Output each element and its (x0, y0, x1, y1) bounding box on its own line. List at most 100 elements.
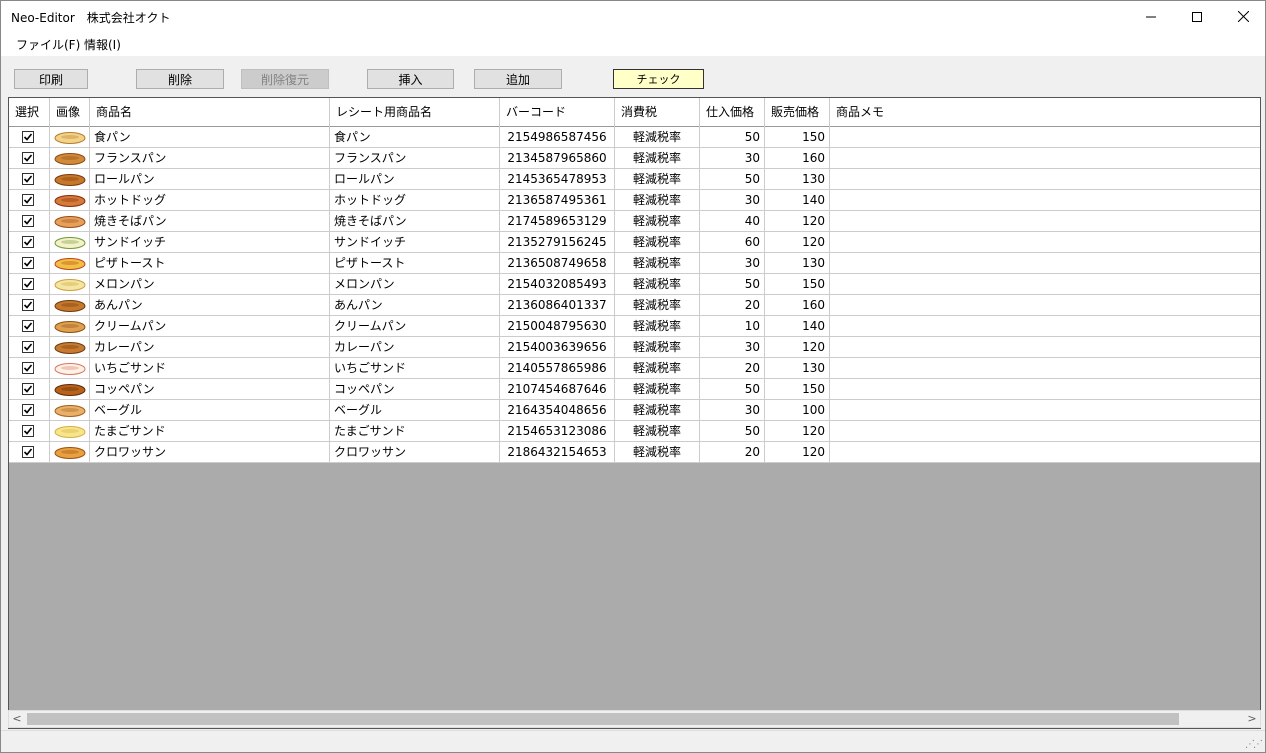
scroll-thumb[interactable] (27, 713, 1179, 725)
image-cell[interactable] (50, 379, 90, 399)
barcode-cell[interactable]: 2150048795630 (500, 316, 615, 336)
header-tax[interactable]: 消費税 (615, 98, 700, 127)
memo-cell[interactable] (830, 316, 1260, 336)
cost-cell[interactable]: 20 (700, 442, 765, 462)
row-checkbox[interactable] (22, 215, 34, 227)
price-cell[interactable]: 140 (765, 316, 830, 336)
table-row[interactable]: コッペパン コッペパン 2107454687646 軽減税率 50 150 (9, 379, 1260, 400)
tax-cell[interactable]: 軽減税率 (615, 358, 700, 378)
tax-cell[interactable]: 軽減税率 (615, 421, 700, 441)
row-checkbox[interactable] (22, 341, 34, 353)
price-cell[interactable]: 120 (765, 232, 830, 252)
image-cell[interactable] (50, 190, 90, 210)
minimize-button[interactable] (1128, 1, 1174, 32)
table-row[interactable]: あんパン あんパン 2136086401337 軽減税率 20 160 (9, 295, 1260, 316)
tax-cell[interactable]: 軽減税率 (615, 316, 700, 336)
product-name-cell[interactable]: メロンパン (90, 274, 330, 294)
image-cell[interactable] (50, 232, 90, 252)
product-name-cell[interactable]: コッペパン (90, 379, 330, 399)
product-name-cell[interactable]: 焼きそばパン (90, 211, 330, 231)
cost-cell[interactable]: 50 (700, 169, 765, 189)
select-cell[interactable] (9, 316, 50, 336)
tax-cell[interactable]: 軽減税率 (615, 295, 700, 315)
table-row[interactable]: メロンパン メロンパン 2154032085493 軽減税率 50 150 (9, 274, 1260, 295)
tax-cell[interactable]: 軽減税率 (615, 253, 700, 273)
barcode-cell[interactable]: 2140557865986 (500, 358, 615, 378)
table-row[interactable]: クリームパン クリームパン 2150048795630 軽減税率 10 140 (9, 316, 1260, 337)
memo-cell[interactable] (830, 337, 1260, 357)
receipt-name-cell[interactable]: ベーグル (330, 400, 500, 420)
select-cell[interactable] (9, 253, 50, 273)
cost-cell[interactable]: 30 (700, 400, 765, 420)
product-name-cell[interactable]: カレーパン (90, 337, 330, 357)
cost-cell[interactable]: 50 (700, 421, 765, 441)
image-cell[interactable] (50, 358, 90, 378)
receipt-name-cell[interactable]: サンドイッチ (330, 232, 500, 252)
product-name-cell[interactable]: ピザトースト (90, 253, 330, 273)
receipt-name-cell[interactable]: ロールパン (330, 169, 500, 189)
memo-cell[interactable] (830, 232, 1260, 252)
memo-cell[interactable] (830, 442, 1260, 462)
price-cell[interactable]: 120 (765, 211, 830, 231)
scroll-left-button[interactable]: < (9, 711, 25, 727)
image-cell[interactable] (50, 274, 90, 294)
header-receipt-name[interactable]: レシート用商品名 (330, 98, 500, 127)
delete-button[interactable]: 削除 (136, 69, 224, 89)
barcode-cell[interactable]: 2174589653129 (500, 211, 615, 231)
cost-cell[interactable]: 10 (700, 316, 765, 336)
cost-cell[interactable]: 30 (700, 337, 765, 357)
memo-cell[interactable] (830, 379, 1260, 399)
receipt-name-cell[interactable]: クロワッサン (330, 442, 500, 462)
tax-cell[interactable]: 軽減税率 (615, 442, 700, 462)
select-cell[interactable] (9, 274, 50, 294)
table-row[interactable]: 焼きそばパン 焼きそばパン 2174589653129 軽減税率 40 120 (9, 211, 1260, 232)
image-cell[interactable] (50, 211, 90, 231)
memo-cell[interactable] (830, 253, 1260, 273)
barcode-cell[interactable]: 2164354048656 (500, 400, 615, 420)
cost-cell[interactable]: 30 (700, 148, 765, 168)
product-name-cell[interactable]: たまごサンド (90, 421, 330, 441)
cost-cell[interactable]: 40 (700, 211, 765, 231)
table-row[interactable]: フランスパン フランスパン 2134587965860 軽減税率 30 160 (9, 148, 1260, 169)
price-cell[interactable]: 130 (765, 358, 830, 378)
receipt-name-cell[interactable]: カレーパン (330, 337, 500, 357)
header-product-name[interactable]: 商品名 (90, 98, 330, 127)
price-cell[interactable]: 160 (765, 148, 830, 168)
row-checkbox[interactable] (22, 278, 34, 290)
horizontal-scrollbar[interactable]: < > (8, 710, 1261, 728)
header-price[interactable]: 販売価格 (765, 98, 830, 127)
row-checkbox[interactable] (22, 320, 34, 332)
insert-button[interactable]: 挿入 (367, 69, 454, 89)
tax-cell[interactable]: 軽減税率 (615, 190, 700, 210)
tax-cell[interactable]: 軽減税率 (615, 400, 700, 420)
price-cell[interactable]: 140 (765, 190, 830, 210)
header-memo[interactable]: 商品メモ (830, 98, 1260, 127)
image-cell[interactable] (50, 169, 90, 189)
cost-cell[interactable]: 20 (700, 358, 765, 378)
cost-cell[interactable]: 60 (700, 232, 765, 252)
product-name-cell[interactable]: サンドイッチ (90, 232, 330, 252)
product-name-cell[interactable]: いちごサンド (90, 358, 330, 378)
header-image[interactable]: 画像 (50, 98, 90, 127)
resize-grip[interactable]: ⋰⋰ (1245, 739, 1263, 750)
row-checkbox[interactable] (22, 257, 34, 269)
memo-cell[interactable] (830, 127, 1260, 147)
image-cell[interactable] (50, 295, 90, 315)
memo-cell[interactable] (830, 148, 1260, 168)
price-cell[interactable]: 150 (765, 274, 830, 294)
add-button[interactable]: 追加 (474, 69, 562, 89)
price-cell[interactable]: 120 (765, 442, 830, 462)
memo-cell[interactable] (830, 190, 1260, 210)
header-cost[interactable]: 仕入価格 (700, 98, 765, 127)
receipt-name-cell[interactable]: ホットドッグ (330, 190, 500, 210)
select-cell[interactable] (9, 190, 50, 210)
barcode-cell[interactable]: 2136587495361 (500, 190, 615, 210)
barcode-cell[interactable]: 2136086401337 (500, 295, 615, 315)
table-row[interactable]: サンドイッチ サンドイッチ 2135279156245 軽減税率 60 120 (9, 232, 1260, 253)
tax-cell[interactable]: 軽減税率 (615, 379, 700, 399)
receipt-name-cell[interactable]: 食パン (330, 127, 500, 147)
receipt-name-cell[interactable]: 焼きそばパン (330, 211, 500, 231)
memo-cell[interactable] (830, 295, 1260, 315)
row-checkbox[interactable] (22, 362, 34, 374)
image-cell[interactable] (50, 400, 90, 420)
